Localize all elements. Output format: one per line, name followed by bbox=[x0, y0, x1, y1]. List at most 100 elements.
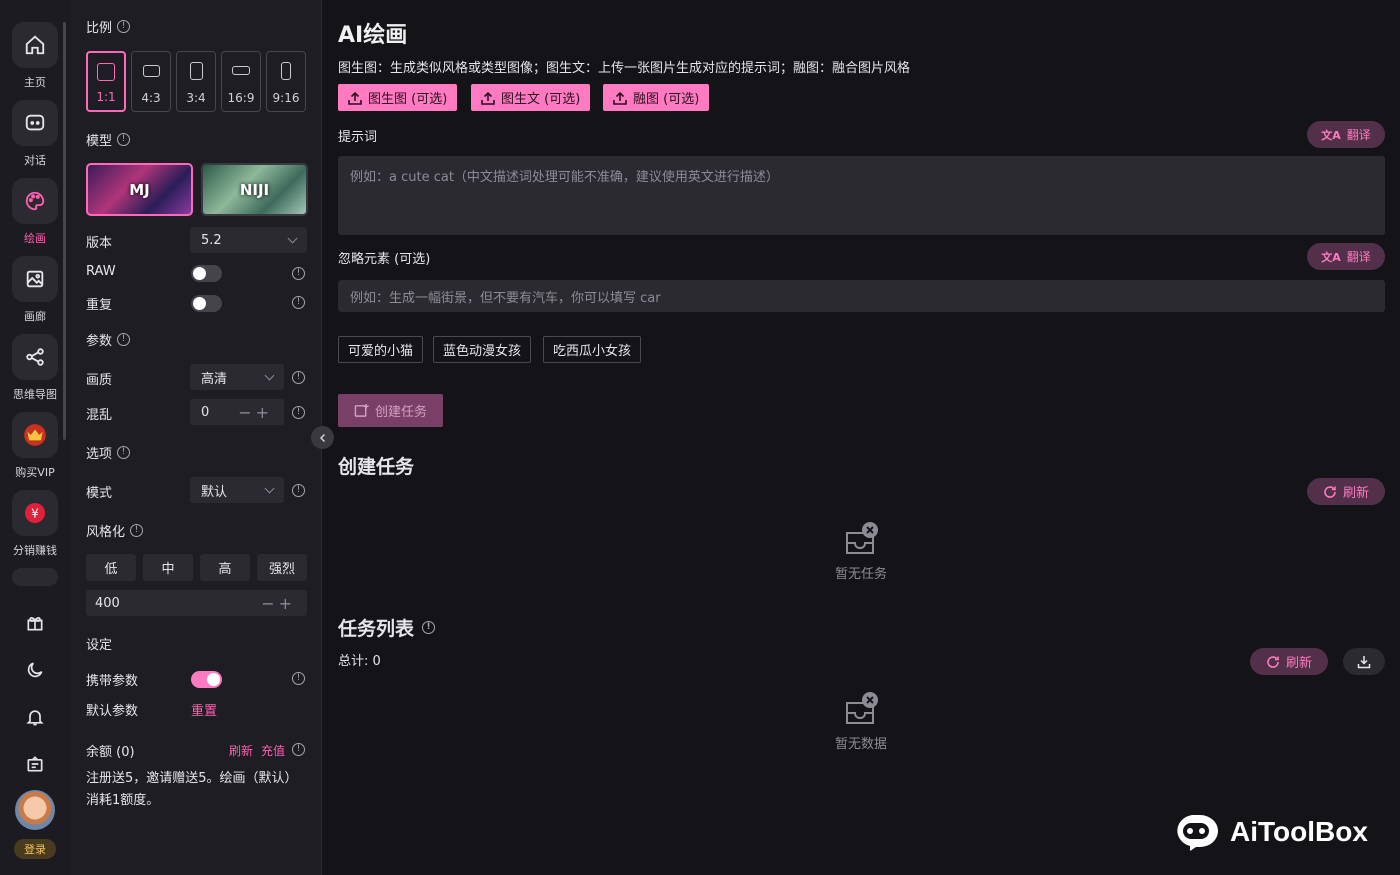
robot-logo-icon bbox=[1177, 815, 1218, 851]
recharge-link[interactable]: 充值 bbox=[261, 742, 285, 759]
nav-item-home[interactable]: 主页 bbox=[0, 22, 70, 90]
carry-params-toggle[interactable] bbox=[191, 671, 222, 688]
notice-icon[interactable] bbox=[20, 749, 50, 779]
mode-select[interactable]: 默认 bbox=[190, 477, 284, 503]
chaos-value: 0 bbox=[201, 404, 210, 420]
button-label: 翻译 bbox=[1346, 128, 1371, 142]
main-content: AI绘画 图生图：生成类似风格或类型图像；图生文：上传一张图片生成对应的提示词；… bbox=[323, 0, 1400, 875]
info-icon[interactable]: ! bbox=[117, 133, 131, 146]
stylize-strong-button[interactable]: 强烈 bbox=[257, 554, 307, 581]
negative-placeholder: 例如：生成一幅街景，但不要有汽车，你可以填写 car bbox=[350, 290, 661, 306]
empty-tasks-text: 暂无任务 bbox=[834, 567, 887, 582]
refresh-list-button[interactable]: 刷新 bbox=[1250, 648, 1328, 675]
translate-prompt-button[interactable]: 文A 翻译 bbox=[1307, 121, 1385, 148]
nav-scrollbar[interactable] bbox=[63, 22, 66, 440]
stylize-high-button[interactable]: 高 bbox=[200, 554, 250, 581]
info-icon[interactable]: ! bbox=[292, 743, 305, 756]
gift-icon[interactable] bbox=[20, 608, 50, 638]
refresh-icon bbox=[1267, 655, 1279, 668]
example-chip-anime-girl[interactable]: 蓝色动漫女孩 bbox=[433, 336, 532, 363]
nav-item-more[interactable] bbox=[0, 568, 70, 586]
stylize-mid-button[interactable]: 中 bbox=[143, 554, 193, 581]
model-title: 模型 bbox=[86, 134, 113, 149]
nav-item-gallery[interactable]: 画廊 bbox=[0, 256, 70, 324]
stylize-low-button[interactable]: 低 bbox=[86, 554, 136, 581]
raw-toggle[interactable] bbox=[191, 265, 222, 282]
prompt-label: 提示词 bbox=[338, 130, 378, 145]
page-title: AI绘画 bbox=[338, 23, 408, 48]
info-icon[interactable]: ! bbox=[292, 406, 305, 419]
info-icon[interactable]: ! bbox=[117, 333, 131, 346]
nav-item-mindmap[interactable]: 思维导图 bbox=[0, 334, 70, 402]
button-label: 刷新 bbox=[1342, 486, 1369, 501]
vip-icon bbox=[12, 412, 58, 458]
nav-label: 对话 bbox=[24, 154, 46, 167]
stepper-icons[interactable]: −+ bbox=[261, 594, 296, 613]
img2text-upload-button[interactable]: 图生文 (可选) bbox=[471, 84, 591, 111]
img2img-upload-button[interactable]: 图生图 (可选) bbox=[338, 84, 458, 111]
ratio-option-9-16[interactable]: 9:16 bbox=[266, 51, 306, 112]
app-nav: 主页 对话 绘画 画廊 思维导图 购买VIP ¥ 分销赚钱 登录 bbox=[0, 0, 70, 875]
stepper-icons[interactable]: −+ bbox=[238, 403, 273, 422]
example-chip-cat[interactable]: 可爱的小猫 bbox=[338, 336, 424, 363]
bell-icon[interactable] bbox=[20, 702, 50, 732]
chevron-down-icon bbox=[287, 233, 298, 243]
section-title-text: 任务列表 bbox=[338, 618, 415, 640]
nav-item-affiliate[interactable]: ¥ 分销赚钱 bbox=[0, 490, 70, 558]
create-task-button[interactable]: 创建任务 bbox=[338, 394, 443, 427]
info-icon[interactable]: ! bbox=[130, 524, 144, 537]
download-button[interactable] bbox=[1343, 648, 1385, 675]
model-card-mj[interactable]: MJ bbox=[86, 163, 193, 216]
chaos-stepper[interactable]: 0 −+ bbox=[190, 399, 284, 425]
translate-negative-button[interactable]: 文A 翻译 bbox=[1307, 243, 1385, 270]
quality-select[interactable]: 高清 bbox=[190, 364, 284, 390]
refresh-tasks-button[interactable]: 刷新 bbox=[1307, 478, 1385, 505]
nav-item-draw[interactable]: 绘画 bbox=[0, 178, 70, 246]
avatar[interactable] bbox=[15, 790, 55, 830]
model-card-niji[interactable]: NIJI bbox=[201, 163, 308, 216]
version-select[interactable]: 5.2 bbox=[190, 227, 307, 253]
info-icon[interactable]: ! bbox=[292, 267, 305, 280]
home-icon bbox=[12, 22, 58, 68]
button-label: 创建任务 bbox=[374, 405, 427, 420]
default-params-label: 默认参数 bbox=[86, 704, 139, 719]
ratio-option-16-9[interactable]: 16:9 bbox=[221, 51, 261, 112]
stylize-title: 风格化 bbox=[86, 525, 126, 540]
nav-label: 主页 bbox=[24, 76, 46, 89]
portrait-icon bbox=[189, 62, 203, 80]
upload-icon bbox=[348, 91, 362, 105]
info-icon[interactable]: ! bbox=[292, 371, 305, 384]
repeat-label: 重复 bbox=[86, 298, 113, 313]
svg-text:¥: ¥ bbox=[31, 507, 39, 521]
reset-link[interactable]: 重置 bbox=[191, 700, 217, 719]
moon-icon[interactable] bbox=[20, 655, 50, 685]
nav-item-vip[interactable]: 购买VIP bbox=[0, 412, 70, 480]
empty-box-icon bbox=[846, 692, 878, 724]
ratio-option-1-1[interactable]: 1:1 bbox=[86, 51, 126, 112]
info-icon[interactable]: ! bbox=[422, 621, 436, 634]
nav-item-chat[interactable]: 对话 bbox=[0, 100, 70, 168]
balance-refresh-link[interactable]: 刷新 bbox=[229, 742, 253, 759]
button-label: 翻译 bbox=[1346, 250, 1371, 264]
balance-label: 余额 (0) bbox=[86, 745, 135, 760]
blend-upload-button[interactable]: 融图 (可选) bbox=[603, 84, 710, 111]
info-icon[interactable]: ! bbox=[292, 672, 305, 685]
prompt-textarea[interactable]: 例如：a cute cat（中文描述词处理可能不准确，建议使用英文进行描述） bbox=[338, 156, 1385, 235]
section-title-text: 创建任务 bbox=[338, 456, 415, 478]
button-label: 图生图 (可选) bbox=[368, 92, 448, 107]
login-button[interactable]: 登录 bbox=[14, 839, 56, 859]
stylize-stepper[interactable]: 400 −+ bbox=[86, 590, 307, 616]
chaos-label: 混乱 bbox=[86, 408, 113, 423]
empty-list: 暂无数据 bbox=[811, 691, 911, 752]
info-icon[interactable]: ! bbox=[117, 446, 131, 459]
example-chip-watermelon-girl[interactable]: 吃西瓜小女孩 bbox=[543, 336, 642, 363]
empty-list-text: 暂无数据 bbox=[834, 737, 887, 752]
repeat-toggle[interactable] bbox=[191, 295, 222, 312]
negative-prompt-input[interactable]: 例如：生成一幅街景，但不要有汽车，你可以填写 car bbox=[338, 280, 1385, 312]
params-title: 参数 bbox=[86, 334, 113, 349]
ratio-option-3-4[interactable]: 3:4 bbox=[176, 51, 216, 112]
ratio-option-4-3[interactable]: 4:3 bbox=[131, 51, 171, 112]
info-icon[interactable]: ! bbox=[117, 20, 131, 33]
info-icon[interactable]: ! bbox=[292, 296, 305, 309]
info-icon[interactable]: ! bbox=[292, 484, 305, 497]
